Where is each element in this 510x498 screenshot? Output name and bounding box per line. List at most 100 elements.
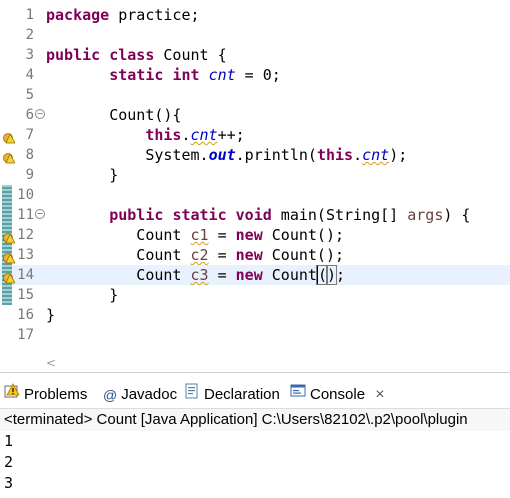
console-status-text: <terminated> Count [Java Application] C:… [4,411,468,428]
close-icon[interactable]: × [375,386,384,403]
code-line[interactable]: 5 [0,85,510,105]
line-number: 8 [25,147,34,163]
code-token: ; [336,266,346,284]
code-line[interactable]: 2 [0,25,510,45]
scroll-left-icon[interactable]: < [46,356,56,370]
code-line[interactable]: 1 package practice; [0,5,510,25]
code-token: int [172,66,200,84]
code-token: } [46,286,119,304]
code-line[interactable]: 12 Count c1 = new Count(); [0,225,510,245]
code-line[interactable]: 17 [0,325,510,345]
code-token: ); [389,146,408,164]
code-token: c1 [190,226,209,244]
code-token: cnt [362,146,390,164]
tab-problems[interactable]: Problems [4,380,87,410]
tab-console[interactable]: Console × [290,380,385,410]
code-token: new [235,246,263,264]
code-line[interactable]: 14 Count c3 = new Count(); [0,265,510,285]
console-icon [290,380,306,410]
tab-problems-label: Problems [24,386,88,403]
code-line[interactable]: 10 [0,185,510,205]
code-line[interactable]: 7 this.cnt++; [0,125,510,145]
bottom-panel-tabbar: Problems @ Javadoc Declaration Console × [0,380,510,410]
code-token: .println( [235,146,317,164]
code-text: this.cnt++; [46,125,244,145]
code-text: Count(){ [46,105,181,125]
panel-divider [0,372,510,373]
code-token: . [181,126,191,144]
line-number: 17 [17,327,34,343]
code-token: Count [46,266,191,284]
code-line[interactable]: 3 public class Count { [0,45,510,65]
code-text: Count c1 = new Count(); [46,225,344,245]
problems-icon [4,380,20,410]
code-line[interactable]: 4 static int cnt = 0; [0,65,510,85]
line-number: 7 [25,127,34,143]
code-text: public static void main(String[] args) { [46,205,470,225]
code-token: new [235,226,263,244]
code-token: . [353,146,363,164]
tab-javadoc-label: Javadoc [121,386,178,403]
line-number: 14 [17,267,34,283]
code-token: void [235,206,272,224]
code-token: = [208,246,236,264]
console-output-line: 2 [4,453,14,471]
change-marker [2,185,12,205]
tab-declaration-label: Declaration [204,386,280,403]
line-number: 10 [17,187,34,203]
code-token: = [208,226,236,244]
code-line[interactable]: 13 Count c2 = new Count(); [0,245,510,265]
tab-javadoc[interactable]: @ Javadoc [103,380,177,410]
code-line[interactable]: 15 } [0,285,510,305]
code-token: main(String[] [271,206,408,224]
code-editor[interactable]: 1 package practice; 2 3 public class Count {… [0,0,510,348]
code-text: static int cnt = 0; [46,65,281,85]
code-token: this [145,126,182,144]
line-number: 11 [17,207,34,223]
at-icon: @ [103,387,118,404]
change-marker [2,205,12,225]
code-token: Count [46,226,191,244]
code-token: c2 [190,246,209,264]
code-line[interactable]: 6− Count(){ [0,105,510,125]
code-text: } [46,305,55,325]
fold-collapse-icon[interactable]: − [35,209,45,219]
editor-horizontal-scrollbar[interactable]: < [46,356,510,370]
declaration-icon [184,380,200,410]
tab-declaration[interactable]: Declaration [184,380,280,410]
code-token: package [46,6,110,24]
line-number: 5 [25,87,34,103]
line-number: 9 [25,167,34,183]
code-token: Count(); [262,226,345,244]
fold-collapse-icon[interactable]: − [35,109,45,119]
console-status: <terminated> Count [Java Application] C:… [0,408,510,431]
line-number: 6 [25,107,34,123]
code-token: Count(){ [46,106,182,124]
code-token: c3 [190,266,209,284]
code-token: = 0; [235,66,281,84]
code-token: ( [315,265,328,285]
line-number: 16 [17,307,34,323]
code-token: static [109,66,164,84]
code-line[interactable]: 11− public static void main(String[] arg… [0,205,510,225]
code-token: ) { [443,206,471,224]
code-text: } [46,165,118,185]
code-token: ) [325,265,338,285]
code-token: System. [46,146,209,164]
line-number: 4 [25,67,34,83]
line-number: 2 [25,27,34,43]
code-text: Count c3 = new Count(); [46,265,345,285]
code-token: } [46,166,119,184]
console-output-line: 3 [4,474,14,492]
code-line[interactable]: 9 } [0,165,510,185]
code-line[interactable]: 8 System.out.println(this.cnt); [0,145,510,165]
code-text: } [46,285,118,305]
code-token: new [235,266,263,284]
code-line[interactable]: 16} [0,305,510,325]
code-text: System.out.println(this.cnt); [46,145,407,165]
